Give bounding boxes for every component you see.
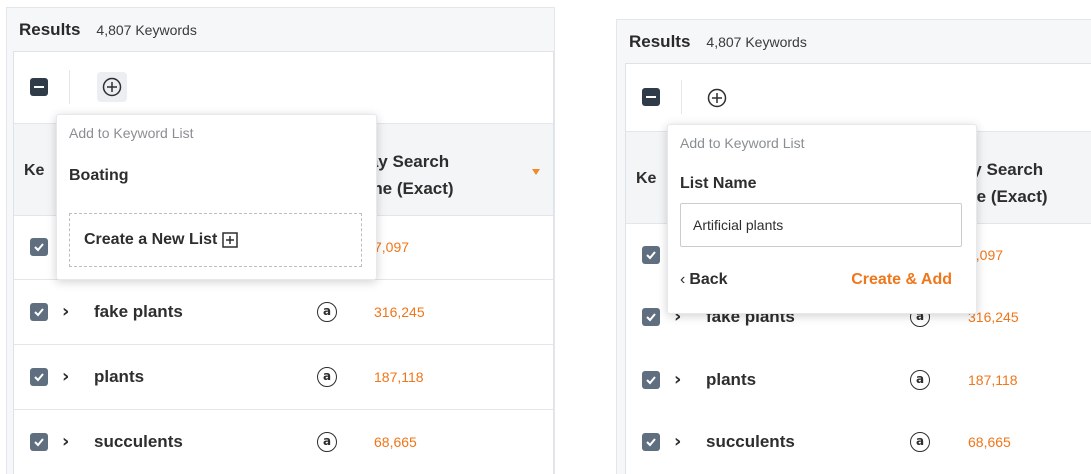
row-checkbox[interactable] [642,433,660,451]
chevron-right-icon[interactable]: › [62,301,69,322]
keyword-text: succulents [706,432,795,451]
amazon-icon[interactable]: a [910,370,930,390]
chevron-right-icon[interactable]: › [62,431,69,452]
create-and-add-button[interactable]: Create & Add [851,271,952,289]
table-row: › plants a 187,118 [626,349,1091,413]
checkmark-icon [646,251,656,260]
keyword-text: succulents [94,432,183,451]
row-checkbox[interactable] [30,303,48,321]
table-toolbar [626,64,1091,132]
dropdown-caption: Add to Keyword List [680,135,805,151]
amazon-icon[interactable]: a [317,302,337,322]
row-checkbox[interactable] [642,371,660,389]
results-title: Results [19,20,81,39]
keyword-column-header[interactable]: Ke [636,170,656,188]
keyword-column-header[interactable]: Ke [24,162,44,180]
keyword-text: plants [706,370,757,389]
checkmark-icon [34,438,44,447]
chevron-right-icon[interactable]: › [674,369,681,390]
keyword-list-option[interactable]: Boating [69,167,129,185]
chevron-right-icon[interactable]: › [674,431,681,452]
table-row: › fake plants a 316,245 [14,281,553,345]
row-checkbox[interactable] [30,433,48,451]
amazon-icon[interactable]: a [317,367,337,387]
add-circle-icon [707,88,727,108]
table-row: › plants a 187,118 [14,346,553,410]
checkmark-icon [34,308,44,317]
select-all-checkbox[interactable] [30,78,48,96]
row-checkbox[interactable] [30,238,48,256]
search-volume-value: 7,097 [374,239,410,255]
chevron-right-icon[interactable]: › [62,366,69,387]
checkmark-icon [646,438,656,447]
search-volume-value: 68,665 [968,434,1011,450]
search-volume-value: 68,665 [374,434,417,450]
results-title: Results [629,32,691,51]
checkmark-icon [646,313,656,322]
new-list-dropdown: Add to Keyword List List Name ‹Back Crea… [667,124,977,314]
chevron-left-icon: ‹ [680,271,686,288]
select-all-checkbox[interactable] [642,88,660,106]
list-name-input[interactable] [680,203,962,247]
results-header: Results 4,807 Keywords [7,8,554,52]
amazon-icon[interactable]: a [317,432,337,452]
search-volume-value: 316,245 [374,304,425,320]
checkmark-icon [34,243,44,252]
search-volume-value: 187,118 [968,372,1018,388]
create-new-list-label: Create a New List [84,231,218,248]
keyword-text: fake plants [94,302,183,321]
add-square-icon [222,232,239,248]
checkmark-icon [646,376,656,385]
table-row: › succulents a 68,665 [14,411,553,474]
add-to-list-button[interactable] [97,72,127,102]
dropdown-caption: Add to Keyword List [69,125,194,141]
back-label: Back [689,271,728,288]
list-name-label: List Name [680,175,757,192]
row-checkbox[interactable] [642,246,660,264]
checkmark-icon [34,373,44,382]
sort-desc-icon[interactable] [532,169,540,175]
create-new-list-button[interactable]: Create a New List [69,213,362,267]
add-circle-icon [102,77,122,97]
toolbar-divider [69,70,70,104]
results-count: 4,807 Keywords [706,34,807,50]
row-checkbox[interactable] [30,368,48,386]
results-count: 4,807 Keywords [96,22,197,38]
keyword-text: plants [94,367,145,386]
results-header: Results 4,807 Keywords [617,20,1091,64]
back-button[interactable]: ‹ Back [680,271,728,289]
row-checkbox[interactable] [642,308,660,326]
table-row: › succulents a 68,665 [626,411,1091,474]
amazon-icon[interactable]: a [910,432,930,452]
add-to-list-button[interactable] [702,83,732,113]
toolbar-divider [681,80,682,114]
search-volume-value: 187,118 [374,369,424,385]
add-to-list-dropdown: Add to Keyword List Boating Create a New… [56,114,377,280]
